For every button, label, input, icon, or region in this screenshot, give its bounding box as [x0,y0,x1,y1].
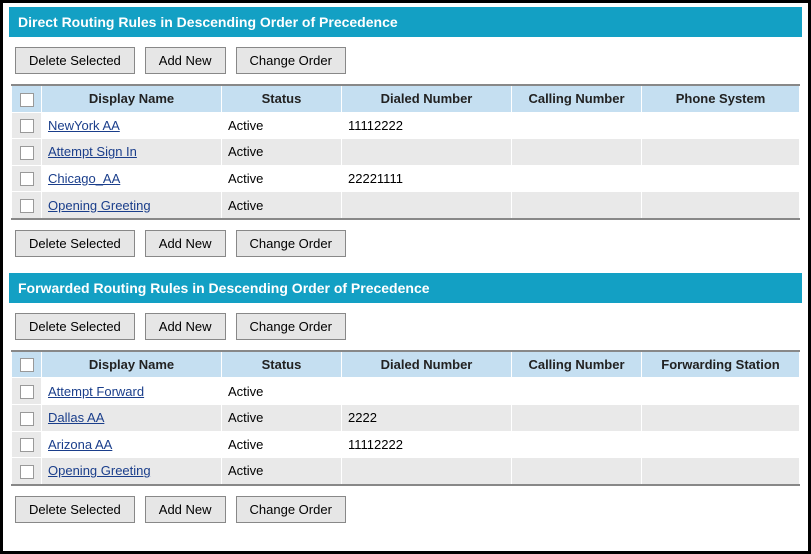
add-new-button[interactable]: Add New [145,313,226,340]
delete-selected-button[interactable]: Delete Selected [15,313,135,340]
col-dialed-number: Dialed Number [342,85,512,112]
rule-calling [512,431,642,458]
rule-last [642,112,800,139]
delete-selected-button[interactable]: Delete Selected [15,230,135,257]
rule-status: Active [222,165,342,192]
row-checkbox[interactable] [20,172,34,186]
select-all-checkbox[interactable] [20,358,34,372]
rule-last [642,378,800,405]
forwarded-routing-section: Forwarded Routing Rules in Descending Or… [9,273,802,533]
rule-calling [512,404,642,431]
rule-last [642,192,800,219]
rule-dialed: 11112222 [342,431,512,458]
col-display-name: Display Name [42,85,222,112]
rule-calling [512,192,642,219]
rule-status: Active [222,192,342,219]
rule-calling [512,165,642,192]
row-checkbox[interactable] [20,412,34,426]
direct-routing-section: Direct Routing Rules in Descending Order… [9,7,802,267]
rule-last [642,458,800,485]
direct-bottom-buttons: Delete Selected Add New Change Order [9,220,802,267]
direct-rules-table: Display Name Status Dialed Number Callin… [11,84,800,220]
rule-dialed [342,458,512,485]
rule-dialed [342,378,512,405]
col-phone-system: Phone System [642,85,800,112]
rule-last [642,165,800,192]
col-display-name: Display Name [42,351,222,378]
col-status: Status [222,85,342,112]
rule-link[interactable]: Opening Greeting [48,463,151,478]
forwarded-rules-table: Display Name Status Dialed Number Callin… [11,350,800,486]
table-row: Opening Greeting Active [12,458,800,485]
rule-status: Active [222,112,342,139]
rule-link[interactable]: Chicago_AA [48,171,120,186]
delete-selected-button[interactable]: Delete Selected [15,47,135,74]
col-dialed-number: Dialed Number [342,351,512,378]
table-row: Chicago_AA Active 22221111 [12,165,800,192]
rule-calling [512,112,642,139]
table-row: Dallas AA Active 2222 [12,404,800,431]
delete-selected-button[interactable]: Delete Selected [15,496,135,523]
rule-link[interactable]: Attempt Sign In [48,144,137,159]
col-forwarding-station: Forwarding Station [642,351,800,378]
rule-dialed [342,139,512,166]
rule-status: Active [222,378,342,405]
row-checkbox[interactable] [20,385,34,399]
rule-calling [512,458,642,485]
direct-section-title: Direct Routing Rules in Descending Order… [9,7,802,37]
forwarded-bottom-buttons: Delete Selected Add New Change Order [9,486,802,533]
rule-dialed: 11112222 [342,112,512,139]
row-checkbox[interactable] [20,146,34,160]
rule-calling [512,139,642,166]
col-calling-number: Calling Number [512,85,642,112]
table-row: Arizona AA Active 11112222 [12,431,800,458]
col-status: Status [222,351,342,378]
rule-status: Active [222,139,342,166]
change-order-button[interactable]: Change Order [236,230,346,257]
rule-status: Active [222,458,342,485]
forwarded-section-title: Forwarded Routing Rules in Descending Or… [9,273,802,303]
forwarded-top-buttons: Delete Selected Add New Change Order [9,303,802,350]
rule-link[interactable]: Dallas AA [48,410,104,425]
rule-link[interactable]: Arizona AA [48,437,112,452]
row-checkbox[interactable] [20,199,34,213]
rule-link[interactable]: NewYork AA [48,118,120,133]
row-checkbox[interactable] [20,119,34,133]
change-order-button[interactable]: Change Order [236,313,346,340]
table-row: Opening Greeting Active [12,192,800,219]
col-calling-number: Calling Number [512,351,642,378]
rule-status: Active [222,404,342,431]
rule-last [642,404,800,431]
rule-last [642,139,800,166]
select-all-checkbox[interactable] [20,93,34,107]
row-checkbox[interactable] [20,465,34,479]
add-new-button[interactable]: Add New [145,230,226,257]
add-new-button[interactable]: Add New [145,47,226,74]
table-row: Attempt Sign In Active [12,139,800,166]
rule-calling [512,378,642,405]
direct-top-buttons: Delete Selected Add New Change Order [9,37,802,84]
change-order-button[interactable]: Change Order [236,496,346,523]
add-new-button[interactable]: Add New [145,496,226,523]
table-row: Attempt Forward Active [12,378,800,405]
rule-status: Active [222,431,342,458]
row-checkbox[interactable] [20,438,34,452]
rule-dialed: 22221111 [342,165,512,192]
rule-dialed [342,192,512,219]
rule-link[interactable]: Attempt Forward [48,384,144,399]
table-row: NewYork AA Active 11112222 [12,112,800,139]
rule-link[interactable]: Opening Greeting [48,198,151,213]
rule-dialed: 2222 [342,404,512,431]
change-order-button[interactable]: Change Order [236,47,346,74]
rule-last [642,431,800,458]
